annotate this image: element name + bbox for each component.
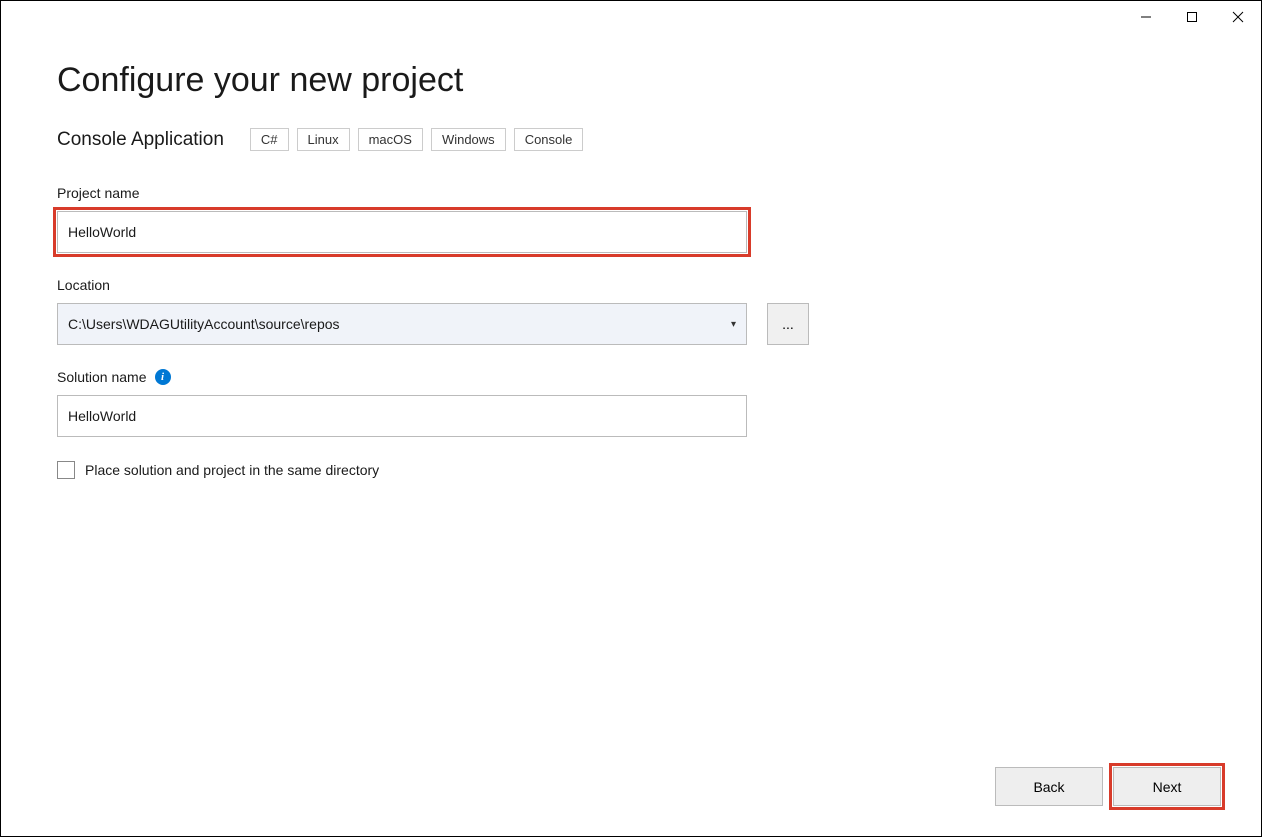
window-controls [1123, 1, 1261, 33]
project-name-group: Project name [57, 185, 1205, 253]
tag-console: Console [514, 128, 584, 151]
chevron-down-icon: ▾ [731, 319, 736, 330]
location-combo[interactable]: C:\Users\WDAGUtilityAccount\source\repos… [57, 303, 747, 345]
location-group: Location C:\Users\WDAGUtilityAccount\sou… [57, 277, 1205, 345]
same-directory-checkbox[interactable] [57, 461, 75, 479]
back-button[interactable]: Back [995, 767, 1103, 806]
maximize-icon [1186, 11, 1198, 23]
same-directory-row: Place solution and project in the same d… [57, 461, 1205, 479]
info-icon[interactable]: i [155, 369, 171, 385]
next-button[interactable]: Next [1113, 767, 1221, 806]
tag-macos: macOS [358, 128, 423, 151]
template-info-row: Console Application C# Linux macOS Windo… [57, 128, 1205, 151]
location-label: Location [57, 277, 1205, 293]
solution-name-group: Solution name i [57, 369, 1205, 437]
tag-windows: Windows [431, 128, 506, 151]
wizard-content: Configure your new project Console Appli… [1, 1, 1261, 479]
maximize-button[interactable] [1169, 1, 1215, 33]
browse-button[interactable]: ... [767, 303, 809, 345]
project-name-input[interactable] [57, 211, 747, 253]
project-name-label: Project name [57, 185, 1205, 201]
location-row: C:\Users\WDAGUtilityAccount\source\repos… [57, 303, 1205, 345]
same-directory-label: Place solution and project in the same d… [85, 462, 379, 478]
tag-csharp: C# [250, 128, 289, 151]
solution-name-label: Solution name i [57, 369, 1205, 385]
close-button[interactable] [1215, 1, 1261, 33]
solution-name-label-text: Solution name [57, 369, 147, 385]
template-name: Console Application [57, 129, 224, 151]
minimize-icon [1140, 11, 1152, 23]
tag-linux: Linux [297, 128, 350, 151]
close-icon [1232, 11, 1244, 23]
wizard-footer: Back Next [995, 767, 1221, 806]
page-title: Configure your new project [57, 61, 1205, 100]
location-value: C:\Users\WDAGUtilityAccount\source\repos [68, 316, 731, 332]
solution-name-input[interactable] [57, 395, 747, 437]
minimize-button[interactable] [1123, 1, 1169, 33]
